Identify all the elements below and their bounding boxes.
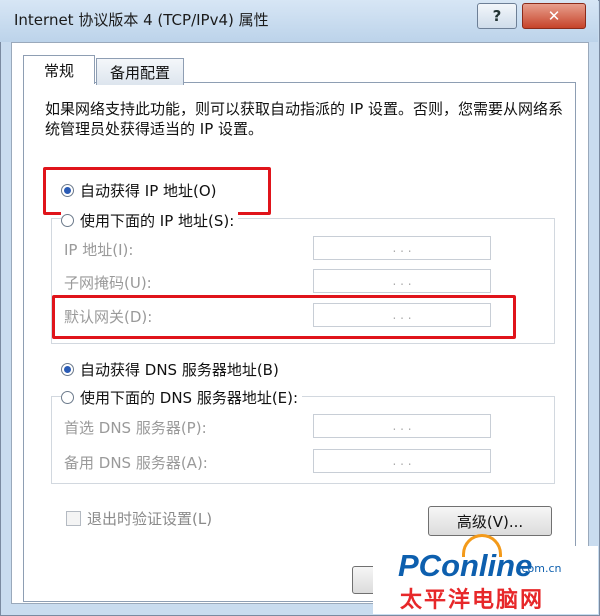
manual-ip-radio[interactable]: 使用下面的 IP 地址(S): [61, 210, 239, 231]
watermark-domain: .com.cn [518, 562, 562, 575]
preferred-dns-input[interactable]: . . . [313, 414, 491, 438]
watermark-brand: PConline [398, 548, 533, 583]
description-text: 如果网络支持此功能，则可以获取自动指派的 IP 设置。否则，您需要从网络系统管理… [45, 100, 564, 138]
auto-dns-radio[interactable]: 自动获得 DNS 服务器地址(B) [61, 359, 279, 380]
preferred-dns-label: 首选 DNS 服务器(P): [64, 419, 207, 437]
manual-dns-label: 使用下面的 DNS 服务器地址(E): [80, 389, 299, 407]
subnet-mask-label: 子网掩码(U): [64, 274, 152, 292]
auto-ip-radio[interactable]: 自动获得 IP 地址(O) [61, 180, 217, 201]
tab-general[interactable]: 常规 [23, 55, 95, 84]
watermark-name: 太平洋电脑网 [400, 588, 545, 613]
radio-selected-indicator [61, 363, 74, 376]
radio-unselected-indicator [61, 214, 74, 227]
validate-settings-checkbox[interactable]: 退出时验证设置(L) [66, 508, 212, 529]
window-title: Internet 协议版本 4 (TCP/IPv4) 属性 [14, 11, 269, 29]
alternate-dns-input[interactable]: . . . [313, 449, 491, 473]
help-button[interactable]: ? [477, 3, 517, 29]
ip-address-input[interactable]: . . . [313, 236, 491, 260]
subnet-mask-input[interactable]: . . . [313, 269, 491, 293]
validate-settings-label: 退出时验证设置(L) [87, 510, 213, 528]
default-gateway-input[interactable]: . . . [313, 303, 491, 327]
checkbox-box [66, 511, 81, 526]
auto-dns-label: 自动获得 DNS 服务器地址(B) [80, 361, 279, 379]
radio-selected-indicator [61, 184, 74, 197]
auto-ip-label: 自动获得 IP 地址(O) [80, 182, 217, 200]
alternate-dns-label: 备用 DNS 服务器(A): [64, 454, 208, 472]
manual-ip-label: 使用下面的 IP 地址(S): [80, 212, 235, 230]
default-gateway-label: 默认网关(D): [64, 308, 153, 326]
tab-alternate-config[interactable]: 备用配置 [96, 58, 184, 85]
radio-unselected-indicator [61, 391, 74, 404]
ip-address-label: IP 地址(I): [64, 241, 134, 259]
advanced-button[interactable]: 高级(V)... [428, 506, 552, 536]
close-button[interactable]: ✕ [522, 3, 586, 29]
manual-dns-radio[interactable]: 使用下面的 DNS 服务器地址(E): [61, 387, 303, 408]
